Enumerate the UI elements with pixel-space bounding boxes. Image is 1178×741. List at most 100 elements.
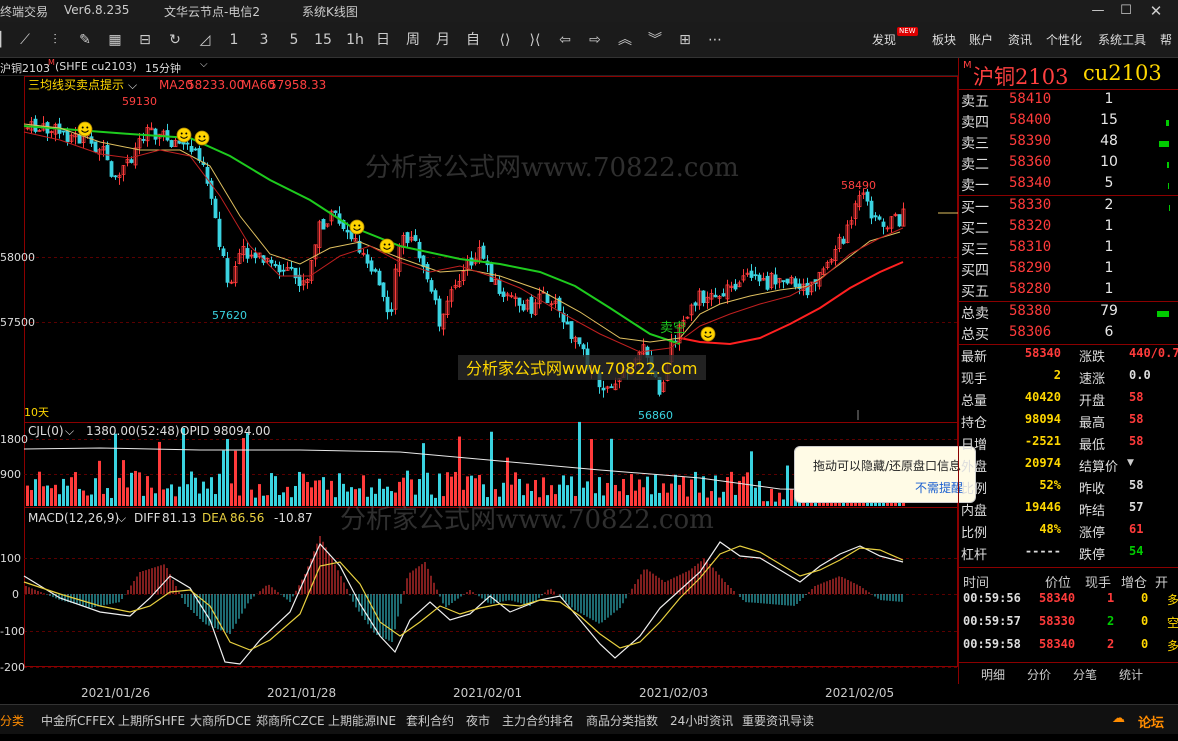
candle-body	[565, 321, 570, 325]
ask-level-1[interactable]: 卖五 58410 1	[959, 91, 1169, 112]
ask-level-3[interactable]: 卖三 58390 48	[959, 133, 1169, 154]
category-tab-7[interactable]: 套利合约	[406, 712, 454, 729]
minimize-icon[interactable]: —	[1084, 0, 1112, 22]
bid-level-3[interactable]: 买三 58310 1	[959, 239, 1169, 260]
zoom-out-icon[interactable]: ⟩⟨	[524, 28, 546, 52]
tab-1[interactable]: 明细	[981, 666, 1005, 683]
tab-3[interactable]: 分笔	[1073, 666, 1097, 683]
account-menu[interactable]: 账户	[969, 31, 993, 48]
volume-bar	[102, 493, 105, 506]
high-label-2: 58490	[841, 179, 876, 192]
close-icon[interactable]: ✕	[1142, 0, 1170, 22]
volume-bar	[58, 494, 61, 506]
personal-menu[interactable]: 个性化	[1046, 31, 1082, 48]
category-tab-1[interactable]: 分类	[0, 712, 24, 729]
layout-icon[interactable]: ▦	[104, 28, 126, 52]
more-icon[interactable]: ⋯	[704, 28, 726, 52]
refresh-icon[interactable]: ↻	[164, 28, 186, 52]
category-tab-4[interactable]: 大商所DCE	[190, 712, 251, 729]
volume-bar	[162, 489, 165, 506]
category-tab-5[interactable]: 郑商所CZCE	[256, 712, 325, 729]
tick-list[interactable]: 00:59:56 58340 1 0 多 00:59:57 58330 2 0 空 00:59:58…	[959, 591, 1178, 661]
move-right-icon[interactable]: ⇨	[584, 28, 606, 52]
category-tab-6[interactable]: 上期能源INE	[328, 712, 396, 729]
stat-label: 总量	[961, 394, 988, 409]
save-icon[interactable]: ⊟	[134, 28, 156, 52]
indicator-icon[interactable]: ◿	[194, 28, 216, 52]
period-1h-button[interactable]: 1h	[344, 28, 366, 52]
candle-body	[881, 221, 886, 227]
bid-level-1[interactable]: 买一 58330 2	[959, 197, 1169, 218]
period-5m-button[interactable]: 5	[286, 28, 302, 52]
category-tab-3[interactable]: 上期所SHFE	[118, 712, 185, 729]
chevron-up-icon[interactable]: ︽	[614, 28, 636, 52]
grid-icon[interactable]: ⊞	[674, 28, 696, 52]
macd-title[interactable]: MACD(12,26,9)	[28, 511, 119, 525]
instrument-name[interactable]: 沪铜2103	[0, 60, 50, 76]
sector-menu[interactable]: 板块	[932, 31, 956, 48]
tooltip-hide-orderbook[interactable]: 拖动可以隐藏/还原盘口信息 不需提醒	[794, 446, 976, 503]
line-chart-icon[interactable]: ⟋	[14, 28, 36, 52]
server-label[interactable]: 文华云节点-电信2	[164, 3, 260, 20]
chevron-down-icon[interactable]: ▼	[1127, 458, 1134, 468]
candle-body	[169, 140, 174, 147]
category-tab-8[interactable]: 夜市	[466, 712, 490, 729]
ask-level-5[interactable]: 卖一 58340 5	[959, 175, 1169, 196]
discover-menu[interactable]: 发现	[872, 31, 896, 48]
ask-level-4[interactable]: 卖二 58360 10	[959, 154, 1169, 175]
period-custom-button[interactable]: 自	[464, 28, 482, 52]
bid-level-4[interactable]: 买四 58290 1	[959, 260, 1169, 281]
chevron-down-icon[interactable]: ⌵	[117, 511, 126, 525]
tab-2[interactable]: 分价	[1027, 666, 1051, 683]
diff-value: 81.13	[162, 511, 196, 525]
volume-bar	[578, 421, 581, 506]
category-tab-2[interactable]: 中金所CFFEX	[41, 712, 115, 729]
smiley-icon	[700, 326, 716, 342]
strategy-indicator[interactable]: 三均线买卖点提示	[28, 77, 124, 92]
ma20-value: 58233.00	[187, 78, 244, 92]
category-tab-11[interactable]: 24小时资讯	[670, 712, 733, 729]
zoom-in-icon[interactable]: ⟨⟩	[494, 28, 516, 52]
draw-tool-icon[interactable]: ✎	[74, 28, 96, 52]
period-selector[interactable]: 15分钟	[145, 60, 181, 76]
category-tab-12[interactable]: 重要资讯导读	[742, 712, 814, 729]
volume-title[interactable]: CJL(0)	[28, 424, 64, 438]
chevron-down-icon[interactable]: ⌵	[65, 424, 74, 438]
news-menu[interactable]: 资讯	[1008, 31, 1032, 48]
volume-bar	[150, 487, 153, 506]
maximize-icon[interactable]: ☐	[1112, 0, 1140, 22]
bid-level-label: 买三	[961, 242, 989, 258]
volume-bar	[170, 484, 173, 506]
category-tab-10[interactable]: 商品分类指数	[586, 712, 658, 729]
dismiss-tip-link[interactable]: 不需提醒	[915, 479, 963, 496]
period-1m-button[interactable]: 1	[226, 28, 242, 52]
volume-bar	[174, 496, 177, 506]
forum-icon[interactable]: ☁	[1112, 711, 1125, 726]
candlestick-icon[interactable]: ⫶	[44, 28, 66, 52]
stat-label-2: 昨收	[1079, 482, 1106, 497]
bid-level-2[interactable]: 买二 58320 1	[959, 218, 1169, 239]
chevron-down-icon[interactable]: ⌵	[128, 78, 137, 92]
volume-bar	[406, 470, 409, 506]
ask-volume-bar	[1159, 141, 1169, 147]
bid-level-5[interactable]: 买五 58280 1	[959, 281, 1169, 302]
stat-value-2: 0.0	[1129, 368, 1151, 382]
period-day-button[interactable]: 日	[374, 28, 392, 52]
move-left-icon[interactable]: ⇦	[554, 28, 576, 52]
chevron-down-icon[interactable]: ︾	[644, 28, 666, 52]
tools-menu[interactable]: 系统工具	[1098, 31, 1146, 48]
chart-area[interactable]: 59130 58490 57620 56860 卖空 10天 58000 575…	[0, 76, 958, 684]
period-15m-button[interactable]: 15	[312, 28, 334, 52]
period-3m-button[interactable]: 3	[256, 28, 272, 52]
back-icon[interactable]: ▏	[0, 28, 11, 52]
help-menu[interactable]: 帮	[1160, 31, 1172, 48]
category-tab-9[interactable]: 主力合约排名	[502, 712, 574, 729]
chevron-down-icon[interactable]: ⌵	[200, 59, 208, 70]
period-month-button[interactable]: 月	[434, 28, 452, 52]
stat-value: 20974	[1024, 456, 1061, 470]
period-week-button[interactable]: 周	[404, 28, 422, 52]
candle-body	[733, 283, 738, 290]
forum-link[interactable]: 论坛	[1138, 712, 1164, 731]
tab-4[interactable]: 统计	[1119, 666, 1143, 683]
ask-level-2[interactable]: 卖四 58400 15	[959, 112, 1169, 133]
